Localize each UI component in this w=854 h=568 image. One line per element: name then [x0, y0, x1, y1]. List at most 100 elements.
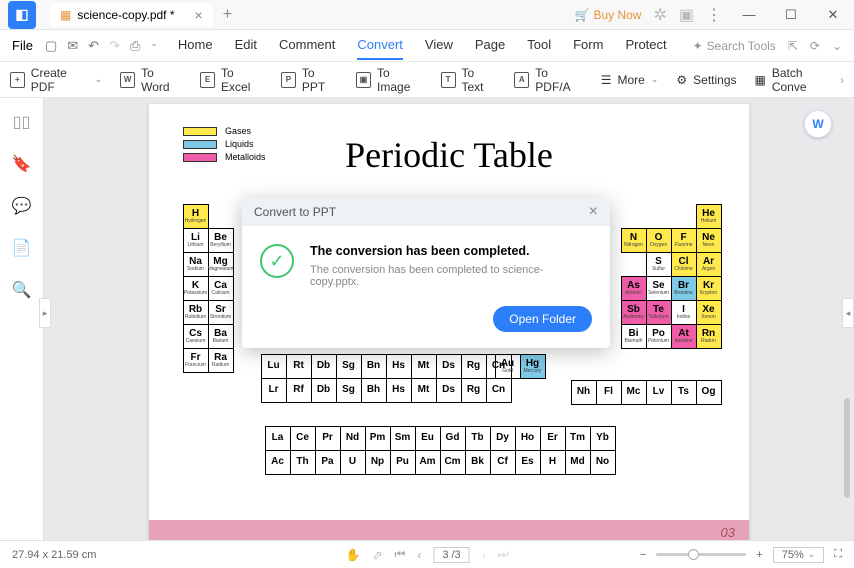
element-cell: HgMercury [520, 354, 546, 379]
word-float-button[interactable]: W [804, 110, 832, 138]
mail-icon[interactable]: ✉ [67, 38, 78, 54]
element-cell: Ts [671, 380, 697, 405]
element-cell: NeNeon [696, 228, 722, 253]
to-ppt-button[interactable]: PTo PPT [281, 66, 338, 94]
redo-icon[interactable]: ↷ [109, 38, 120, 54]
element-cell: Sg [336, 354, 362, 379]
element-cell: Sg [336, 378, 362, 403]
menu-caret-icon[interactable]: ⌄ [832, 39, 842, 53]
save-icon[interactable]: ▢ [45, 38, 57, 54]
vertical-scrollbar[interactable] [844, 398, 850, 498]
element-cell: Nh [571, 380, 597, 405]
element-cell: NNitrogen [621, 228, 647, 253]
minimize-button[interactable]: — [734, 0, 764, 30]
prev-page-button[interactable]: ‹ [417, 548, 421, 562]
element-cell: MgMagnesium [208, 252, 234, 277]
dialog-close-button[interactable]: × [589, 203, 598, 221]
tab-title: science-copy.pdf * [77, 8, 174, 22]
share-icon[interactable]: ⇱ [788, 39, 798, 53]
tab-comment[interactable]: Comment [279, 31, 335, 60]
open-folder-button[interactable]: Open Folder [493, 306, 592, 332]
to-image-button[interactable]: ▣To Image [356, 66, 423, 94]
element-cell: XeXenon [696, 300, 722, 325]
element-cell: Th [290, 450, 316, 475]
element-cell: CsCaesium [183, 324, 209, 349]
tab-home[interactable]: Home [178, 31, 213, 60]
kebab-icon[interactable]: ⋮ [706, 5, 722, 25]
element-cell: BiBismuth [621, 324, 647, 349]
element-cell: TeTellurium [646, 300, 672, 325]
left-sidebar: ▯▯ 🔖 💬 📄 🔍 ▸ [0, 98, 44, 540]
ql-caret-icon[interactable]: ⌄ [150, 38, 158, 54]
zoom-out-button[interactable]: − [640, 549, 646, 561]
settings-button[interactable]: ⚙Settings [676, 73, 736, 87]
zoom-slider[interactable] [656, 553, 746, 556]
new-tab-button[interactable]: + [223, 6, 232, 24]
file-menu[interactable]: File [12, 38, 33, 53]
bookmark-icon[interactable]: 🔖 [12, 154, 32, 174]
element-cell: AuGold [495, 354, 521, 379]
element-cell: IIodine [671, 300, 697, 325]
dialog-title: Convert to PPT [254, 205, 336, 219]
tab-form[interactable]: Form [573, 31, 603, 60]
element-cell: Ce [290, 426, 316, 451]
tab-tool[interactable]: Tool [527, 31, 551, 60]
element-cell: Tb [465, 426, 491, 451]
next-page-button[interactable]: › [482, 548, 486, 562]
element-cell: La [265, 426, 291, 451]
close-tab-icon[interactable]: × [195, 7, 203, 23]
element-cell: AsArsenic [621, 276, 647, 301]
maximize-button[interactable]: ☐ [776, 0, 806, 30]
more-button[interactable]: ☰More⌄ [601, 73, 659, 87]
page-indicator[interactable]: 3 /3 [433, 547, 469, 563]
zoom-level[interactable]: 75%⌄ [773, 547, 825, 563]
print-icon[interactable]: ⎙ [130, 38, 140, 54]
element-cell: Es [515, 450, 541, 475]
undo-icon[interactable]: ↶ [88, 38, 99, 54]
element-cell: FFluorine [671, 228, 697, 253]
element-cell: Lv [646, 380, 672, 405]
to-excel-button[interactable]: ETo Excel [200, 66, 263, 94]
dialog-message: The conversion has been completed to sci… [310, 264, 592, 288]
last-page-button[interactable]: ⏭ [498, 547, 509, 562]
sync-icon[interactable]: ⟳ [810, 39, 820, 53]
element-cell: Pa [315, 450, 341, 475]
element-cell: Rg [461, 354, 487, 379]
to-word-button[interactable]: WTo Word [120, 66, 182, 94]
element-cell: Lr [261, 378, 287, 403]
close-window-button[interactable]: ✕ [818, 0, 848, 30]
gift-icon[interactable]: ✲ [653, 5, 666, 25]
to-pdfa-button[interactable]: ATo PDF/A [514, 66, 582, 94]
tab-view[interactable]: View [425, 31, 453, 60]
tab-page[interactable]: Page [475, 31, 505, 60]
cloud-icon[interactable]: ▣ [679, 5, 694, 25]
fit-page-icon[interactable]: ⛶ [834, 548, 842, 561]
element-cell: H [540, 450, 566, 475]
attachment-icon[interactable]: 📄 [12, 238, 32, 258]
document-tab[interactable]: ▦ science-copy.pdf * × [50, 3, 213, 27]
element-cell: Bh [361, 378, 387, 403]
buy-now-link[interactable]: 🛒 Buy Now [574, 8, 641, 22]
thumbnails-icon[interactable]: ▯▯ [13, 112, 31, 132]
element-cell: Db [311, 378, 337, 403]
select-tool-icon[interactable]: ⬀ [372, 548, 382, 562]
tab-edit[interactable]: Edit [235, 31, 257, 60]
element-cell: CaCalcium [208, 276, 234, 301]
first-page-button[interactable]: ⏮ [395, 547, 406, 562]
collapse-right-button[interactable]: ◂ [842, 298, 854, 328]
tab-protect[interactable]: Protect [625, 31, 666, 60]
to-text-button[interactable]: TTo Text [441, 66, 497, 94]
hand-tool-icon[interactable]: ✋ [346, 548, 361, 562]
element-cell: RbRubidium [183, 300, 209, 325]
pt-bottom-right: NhFlMcLvTsOg [571, 380, 721, 404]
create-pdf-button[interactable]: +Create PDF⌄ [10, 66, 102, 94]
zoom-in-button[interactable]: + [756, 549, 762, 561]
batch-convert-button[interactable]: ▦Batch Conve› [755, 66, 845, 94]
element-cell: AtAstatine [671, 324, 697, 349]
dialog-titlebar[interactable]: Convert to PPT × [242, 198, 610, 226]
search-icon[interactable]: 🔍 [12, 280, 32, 300]
tab-convert[interactable]: Convert [357, 31, 403, 60]
comment-icon[interactable]: 💬 [12, 196, 32, 216]
element-cell: Nd [340, 426, 366, 451]
search-tools[interactable]: ✦ Search Tools [693, 39, 776, 53]
